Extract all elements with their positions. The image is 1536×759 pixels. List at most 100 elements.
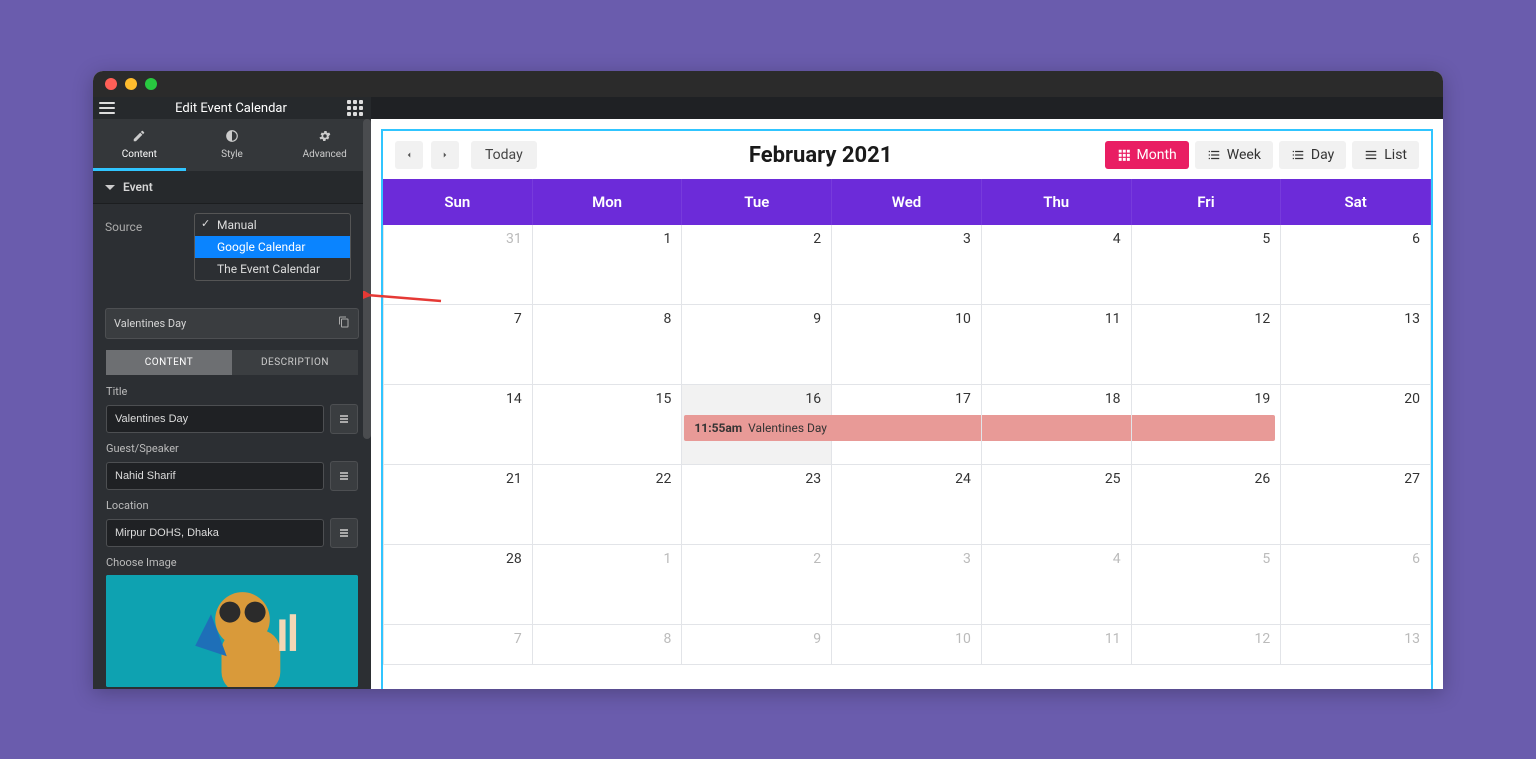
calendar-cell[interactable]: 5 <box>1132 545 1282 625</box>
date-number: 11 <box>1105 311 1121 327</box>
next-button[interactable] <box>431 141 459 169</box>
calendar-cell[interactable]: 21 <box>383 465 533 545</box>
calendar-cell[interactable]: 7 <box>383 625 533 665</box>
source-option-tec[interactable]: The Event Calendar <box>195 258 350 280</box>
calendar-cell[interactable]: 27 <box>1281 465 1431 545</box>
calendar-cell[interactable]: 8 <box>533 625 683 665</box>
preview-area: Today February 2021 Month Week <box>371 119 1443 689</box>
date-number: 2 <box>813 231 821 247</box>
inner-tab-content[interactable]: CONTENT <box>106 350 232 375</box>
zoom-dot[interactable] <box>145 78 157 90</box>
calendar-cell[interactable]: 17 <box>832 385 982 465</box>
calendar-cell[interactable]: 4 <box>982 545 1132 625</box>
date-number: 31 <box>506 231 522 247</box>
tab-style[interactable]: Style <box>186 119 279 171</box>
grid-icon <box>1117 148 1131 162</box>
calendar-toolbar: Today February 2021 Month Week <box>383 131 1431 179</box>
dynamic-icon[interactable] <box>330 404 358 434</box>
calendar-cell[interactable]: 12 <box>1132 625 1282 665</box>
view-list-button[interactable]: List <box>1352 141 1419 169</box>
view-week-button[interactable]: Week <box>1195 141 1273 169</box>
calendar-cell[interactable]: 7 <box>383 305 533 385</box>
calendar-cell[interactable]: 9 <box>682 625 832 665</box>
calendar-cell[interactable]: 23 <box>682 465 832 545</box>
date-number: 9 <box>813 311 821 327</box>
date-number: 17 <box>955 391 971 407</box>
day-header: Tue <box>682 179 832 225</box>
minimize-dot[interactable] <box>125 78 137 90</box>
date-number: 20 <box>1404 391 1420 407</box>
calendar-body: 311234567891011121314151611:55am Valenti… <box>383 225 1431 689</box>
list-icon <box>1364 148 1378 162</box>
calendar-cell[interactable]: 11 <box>982 305 1132 385</box>
calendar-cell[interactable]: 10 <box>832 625 982 665</box>
section-event[interactable]: Event <box>93 171 371 204</box>
today-button[interactable]: Today <box>471 141 537 169</box>
date-number: 27 <box>1404 471 1420 487</box>
calendar-cell[interactable]: 22 <box>533 465 683 545</box>
repeater-item[interactable]: Valentines Day <box>105 308 359 339</box>
hamburger-icon[interactable] <box>99 102 115 114</box>
date-number: 4 <box>1113 231 1121 247</box>
calendar-cell[interactable]: 13 <box>1281 625 1431 665</box>
calendar-cell[interactable]: 9 <box>682 305 832 385</box>
source-option-google[interactable]: Google Calendar <box>195 236 350 258</box>
calendar-cell[interactable]: 5 <box>1132 225 1282 305</box>
calendar-cell[interactable]: 2 <box>682 545 832 625</box>
gear-icon <box>318 129 332 143</box>
calendar-cell[interactable]: 1611:55am Valentines Day <box>682 385 832 465</box>
inner-tab-description[interactable]: DESCRIPTION <box>232 350 358 375</box>
calendar-cell[interactable]: 3 <box>832 545 982 625</box>
contrast-icon <box>225 129 239 143</box>
location-input[interactable] <box>106 519 324 547</box>
view-day-button[interactable]: Day <box>1279 141 1346 169</box>
calendar-cell[interactable]: 26 <box>1132 465 1282 545</box>
calendar-cell[interactable]: 8 <box>533 305 683 385</box>
copy-icon[interactable] <box>338 316 350 331</box>
editor-title: Edit Event Calendar <box>175 101 287 116</box>
calendar-cell[interactable]: 4 <box>982 225 1132 305</box>
calendar-cell[interactable]: 6 <box>1281 545 1431 625</box>
guest-input[interactable] <box>106 462 324 490</box>
apps-grid-icon[interactable] <box>347 100 363 116</box>
calendar-cell[interactable]: 1 <box>533 545 683 625</box>
dynamic-icon[interactable] <box>330 461 358 491</box>
source-label: Source <box>105 214 185 234</box>
calendar-cell[interactable]: 14 <box>383 385 533 465</box>
dynamic-icon[interactable] <box>330 518 358 548</box>
editor-header: Edit Event Calendar <box>93 97 371 119</box>
list-icon <box>1291 148 1305 162</box>
calendar-cell[interactable]: 15 <box>533 385 683 465</box>
calendar-cell[interactable]: 1 <box>533 225 683 305</box>
date-number: 6 <box>1412 231 1420 247</box>
tab-advanced[interactable]: Advanced <box>278 119 371 171</box>
date-number: 12 <box>1255 631 1271 647</box>
prev-button[interactable] <box>395 141 423 169</box>
calendar-title: February 2021 <box>749 143 893 168</box>
calendar-cell[interactable]: 6 <box>1281 225 1431 305</box>
calendar-cell[interactable]: 25 <box>982 465 1132 545</box>
calendar-cell[interactable]: 24 <box>832 465 982 545</box>
date-number: 19 <box>1255 391 1271 407</box>
close-dot[interactable] <box>105 78 117 90</box>
calendar-cell[interactable]: 28 <box>383 545 533 625</box>
panel-scrollbar[interactable] <box>363 119 371 439</box>
source-option-manual[interactable]: Manual <box>195 214 350 236</box>
calendar-cell[interactable]: 19 <box>1132 385 1282 465</box>
calendar-cell[interactable]: 13 <box>1281 305 1431 385</box>
calendar-cell[interactable]: 31 <box>383 225 533 305</box>
calendar-cell[interactable]: 11 <box>982 625 1132 665</box>
view-month-button[interactable]: Month <box>1105 141 1189 169</box>
image-chooser[interactable] <box>106 575 358 687</box>
tab-content[interactable]: Content <box>93 119 186 171</box>
title-input[interactable] <box>106 405 324 433</box>
calendar-cell[interactable]: 3 <box>832 225 982 305</box>
calendar-cell[interactable]: 2 <box>682 225 832 305</box>
source-dropdown[interactable]: Manual Google Calendar The Event Calenda… <box>195 214 350 266</box>
calendar-cell[interactable]: 18 <box>982 385 1132 465</box>
date-number: 28 <box>506 551 522 567</box>
calendar-cell[interactable]: 20 <box>1281 385 1431 465</box>
day-header: Sat <box>1281 179 1431 225</box>
calendar-cell[interactable]: 12 <box>1132 305 1282 385</box>
calendar-cell[interactable]: 10 <box>832 305 982 385</box>
